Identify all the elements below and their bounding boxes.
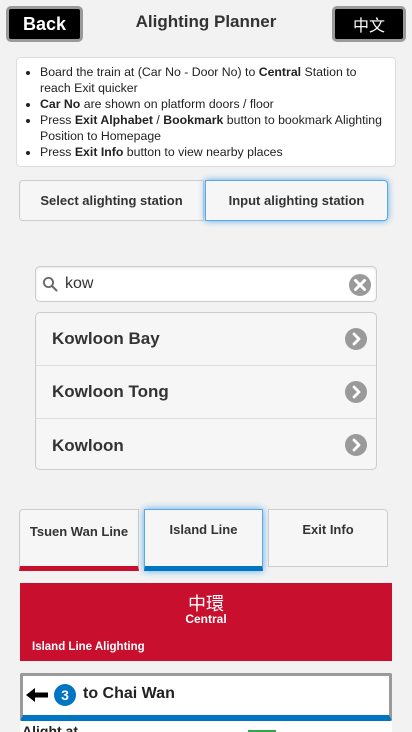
instruction-item: Board the train at (Car No - Door No) to… — [40, 64, 387, 96]
search-input[interactable]: kow — [65, 275, 93, 293]
tab-label: Tsuen Wan Line — [29, 524, 129, 539]
arrow-left-icon — [26, 688, 48, 702]
language-toggle-button[interactable]: 中文 — [332, 6, 406, 42]
chevron-right-icon — [345, 434, 367, 456]
instruction-item: Press Exit Info button to view nearby pl… — [40, 144, 387, 160]
clear-search-icon[interactable] — [348, 273, 372, 297]
tab-exit-info[interactable]: Exit Info — [268, 509, 388, 567]
result-item-kowloon-tong[interactable]: Kowloon Tong — [36, 366, 376, 419]
result-label: Kowloon — [52, 435, 124, 455]
select-station-tab[interactable]: Select alighting station — [19, 180, 204, 221]
direction-bar: 3 to Chai Wan — [20, 673, 392, 721]
tab-label: Island Line — [169, 522, 238, 537]
alight-label: Alight at — [22, 723, 78, 732]
alight-section: Alight at — [20, 721, 392, 732]
station-subtitle: Island Line Alighting — [32, 641, 145, 653]
instruction-item: Press Exit Alphabet / Bookmark button to… — [40, 112, 387, 144]
station-name-en: Central — [185, 612, 227, 626]
chevron-right-icon — [345, 381, 367, 403]
instruction-item: Car No are shown on platform doors / flo… — [40, 96, 387, 112]
instructions-list: Board the train at (Car No - Door No) to… — [40, 64, 387, 160]
result-label: Kowloon Bay — [52, 329, 160, 348]
tab-label: Exit Info — [302, 522, 354, 537]
chevron-right-icon — [345, 328, 367, 350]
search-results-list: Kowloon Bay Kowloon Tong Kowloon — [35, 312, 377, 470]
result-item-kowloon[interactable]: Kowloon — [36, 419, 376, 469]
tab-tsuen-wan-line[interactable]: Tsuen Wan Line — [19, 509, 139, 571]
result-item-kowloon-bay[interactable]: Kowloon Bay — [36, 313, 376, 366]
tab-island-line[interactable]: Island Line — [144, 509, 263, 571]
station-search-field[interactable]: kow — [35, 266, 377, 302]
direction-destination: to Chai Wan — [83, 685, 175, 702]
search-icon — [43, 277, 58, 292]
instructions-panel: Board the train at (Car No - Door No) to… — [16, 57, 396, 167]
platform-number-badge: 3 — [54, 684, 76, 706]
result-label: Kowloon Tong — [52, 382, 169, 401]
station-banner: 中環 Central Island Line Alighting — [20, 583, 392, 661]
app-header: Back Alighting Planner 中文 — [0, 0, 412, 46]
input-station-tab[interactable]: Input alighting station — [205, 180, 388, 221]
